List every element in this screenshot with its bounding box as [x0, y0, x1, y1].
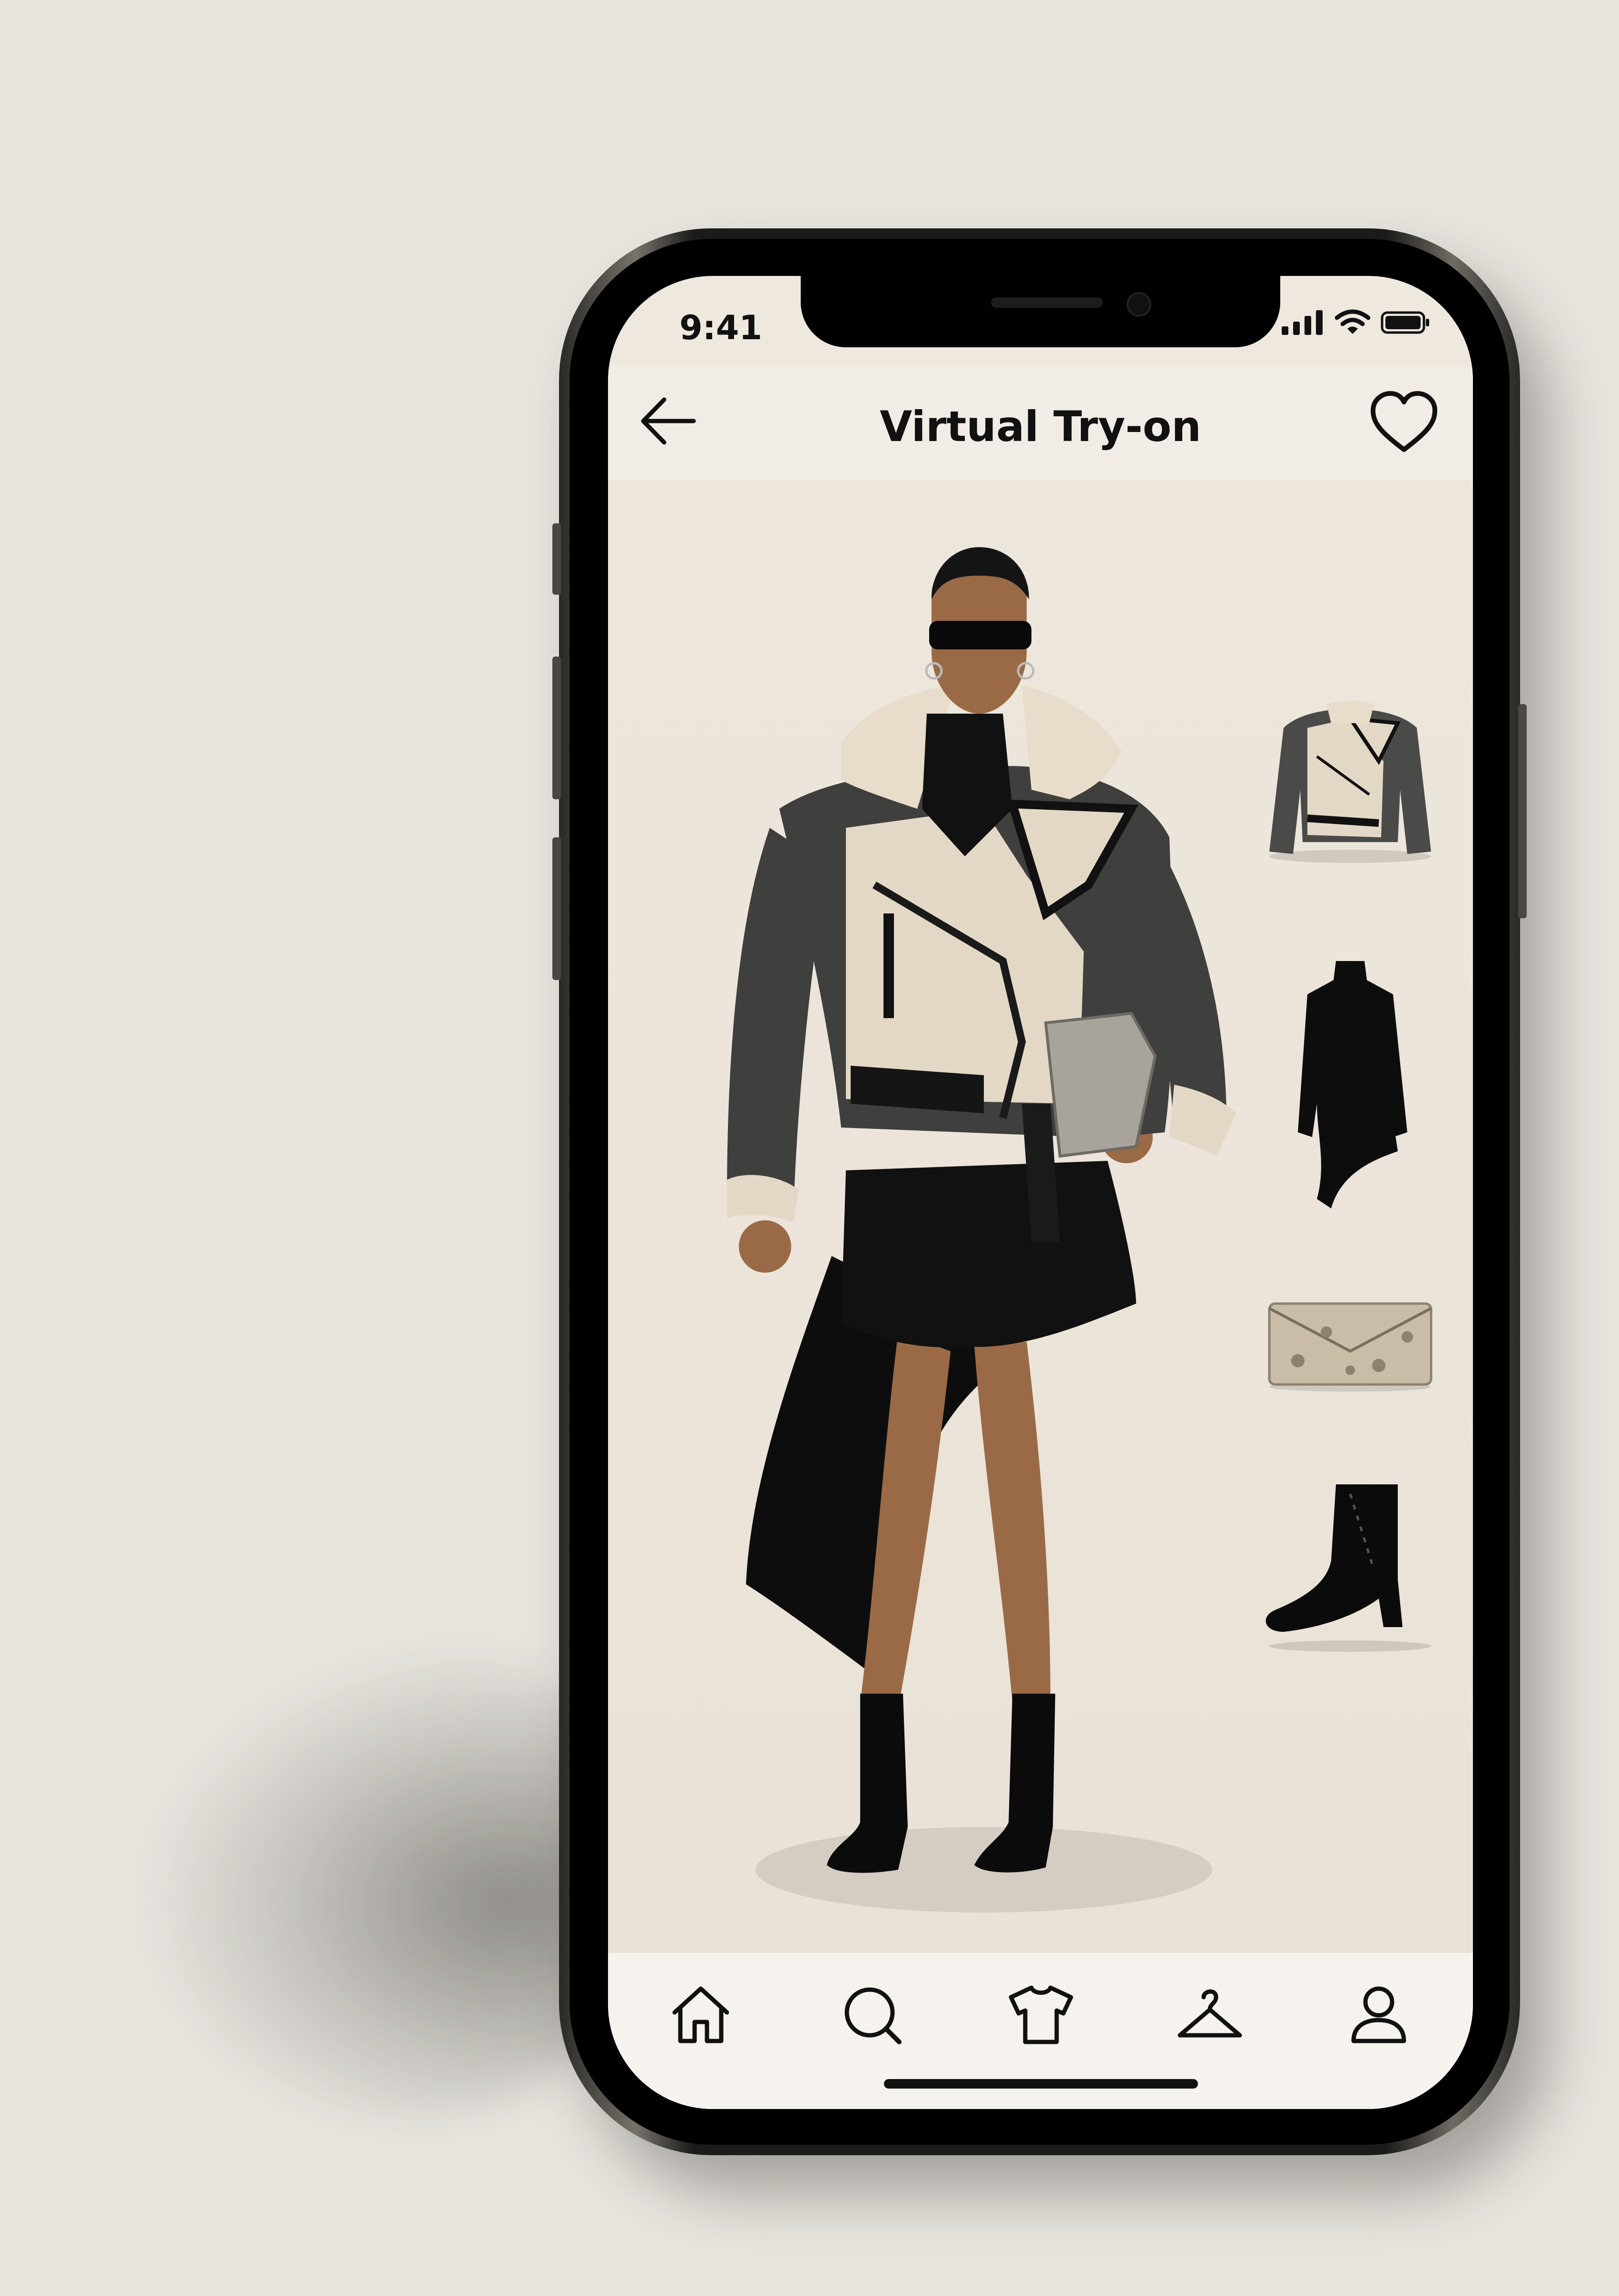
- home-indicator: [884, 2079, 1198, 2089]
- try-on-model: [727, 547, 1236, 1913]
- notch: [801, 276, 1280, 347]
- status-icons: [1282, 309, 1430, 335]
- signal-icon: [1282, 310, 1323, 335]
- outfit-item-black-lace-up-boot[interactable]: [1255, 1475, 1445, 1656]
- phone-screen: 9:41 Virtual Try-on: [608, 276, 1473, 2109]
- shirt-icon[interactable]: [1005, 1979, 1077, 2051]
- status-time: 9:41: [679, 308, 763, 347]
- profile-icon[interactable]: [1343, 1979, 1414, 2051]
- volume-down-button: [552, 837, 561, 980]
- outfit-item-black-ruffle-dress[interactable]: [1255, 952, 1445, 1218]
- home-icon[interactable]: [665, 1979, 736, 2051]
- front-camera: [1127, 292, 1151, 317]
- silent-switch: [552, 523, 561, 595]
- top-navigation-bar: Virtual Try-on: [608, 366, 1473, 481]
- wifi-icon: [1335, 309, 1370, 334]
- hanger-icon[interactable]: [1174, 1979, 1246, 2051]
- bottom-tab-bar: [608, 1953, 1473, 2109]
- battery-icon: [1381, 311, 1429, 334]
- outfit-item-shearling-jacket[interactable]: [1255, 685, 1445, 866]
- try-on-canvas: [608, 481, 1473, 1953]
- power-button: [1518, 704, 1527, 918]
- favorite-heart-icon[interactable]: [1368, 388, 1440, 459]
- volume-up-button: [552, 657, 561, 799]
- outfit-item-snakeskin-clutch[interactable]: [1255, 1294, 1445, 1394]
- search-icon[interactable]: [836, 1979, 908, 2051]
- page-title: Virtual Try-on: [880, 402, 1201, 451]
- earpiece-speaker: [991, 297, 1103, 308]
